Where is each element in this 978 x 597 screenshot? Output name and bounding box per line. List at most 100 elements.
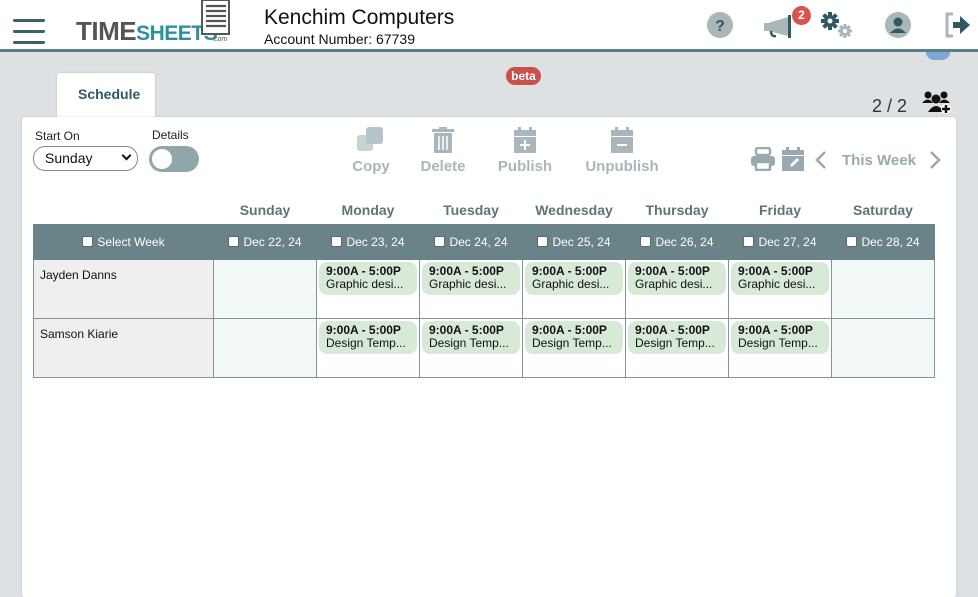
shift-cell[interactable]: 9:00A - 5:00P Design Temp... bbox=[522, 317, 626, 378]
tab-schedule-label: Schedule bbox=[78, 86, 141, 102]
company-name: Kenchim Computers bbox=[264, 6, 455, 29]
shift-time: 9:00A - 5:00P bbox=[326, 322, 401, 337]
tab-schedule[interactable]: Schedule bbox=[57, 73, 155, 123]
shift-time: 9:00A - 5:00P bbox=[532, 263, 607, 278]
shift-card[interactable]: 9:00A - 5:00P Graphic desi... bbox=[319, 261, 417, 295]
calendar-edit-icon[interactable] bbox=[782, 147, 804, 171]
this-week-button[interactable]: This Week bbox=[842, 152, 916, 169]
date-label: Dec 22, 24 bbox=[243, 234, 302, 249]
start-on-select[interactable]: Sunday bbox=[33, 146, 138, 171]
empty-shift-cell[interactable] bbox=[213, 317, 317, 378]
logo-suffix: .com bbox=[212, 36, 228, 43]
employee-name[interactable]: Jayden Danns bbox=[33, 258, 214, 319]
shift-cell[interactable]: 9:00A - 5:00P Design Temp... bbox=[419, 317, 523, 378]
calendar-plus-icon bbox=[514, 127, 536, 153]
shift-cell[interactable]: 9:00A - 5:00P Graphic desi... bbox=[625, 258, 729, 319]
employee-name[interactable]: Samson Kiarie bbox=[33, 317, 214, 378]
shift-task: Design Temp... bbox=[429, 335, 509, 350]
shift-cell[interactable]: 9:00A - 5:00P Graphic desi... bbox=[522, 258, 626, 319]
copy-label: Copy bbox=[352, 158, 390, 175]
select-week-checkbox[interactable] bbox=[82, 235, 94, 247]
shift-task: Design Temp... bbox=[326, 335, 406, 350]
day-header-tuesday: Tuesday bbox=[419, 197, 523, 224]
add-employees-icon[interactable] bbox=[922, 90, 952, 114]
top-bar: TIMESHEETS .com Kenchim Computers Accoun… bbox=[0, 0, 978, 52]
settings-icon[interactable] bbox=[820, 11, 854, 39]
shift-task: Design Temp... bbox=[738, 335, 818, 350]
shift-time: 9:00A - 5:00P bbox=[635, 322, 710, 337]
day-checkbox[interactable] bbox=[331, 235, 343, 247]
shift-card[interactable]: 9:00A - 5:00P Graphic desi... bbox=[628, 261, 726, 295]
day-header-wednesday: Wednesday bbox=[522, 197, 626, 224]
shift-cell[interactable]: 9:00A - 5:00P Graphic desi... bbox=[316, 258, 420, 319]
company-info: Kenchim Computers Account Number: 67739 bbox=[264, 6, 454, 48]
empty-shift-cell[interactable] bbox=[831, 258, 935, 319]
start-on-label: Start On bbox=[35, 129, 80, 143]
logo[interactable]: TIMESHEETS .com bbox=[76, 0, 236, 48]
shift-task: Graphic desi... bbox=[635, 276, 713, 291]
menu-icon[interactable] bbox=[13, 19, 45, 45]
chat-bubble[interactable] bbox=[926, 52, 950, 60]
details-toggle[interactable] bbox=[149, 146, 199, 172]
details-label: Details bbox=[152, 128, 189, 142]
unpublish-button[interactable]: Unpublish bbox=[584, 127, 660, 175]
empty-shift-cell[interactable] bbox=[831, 317, 935, 378]
date-cell: Dec 24, 24 bbox=[419, 223, 523, 260]
delete-button[interactable]: Delete bbox=[420, 127, 466, 175]
select-week-cell: Select Week bbox=[33, 223, 214, 260]
shift-card[interactable]: 9:00A - 5:00P Design Temp... bbox=[319, 320, 417, 354]
day-checkbox[interactable] bbox=[537, 235, 549, 247]
day-checkbox[interactable] bbox=[640, 235, 652, 247]
schedule-grid: Sunday Monday Tuesday Wednesday Thursday… bbox=[33, 197, 935, 378]
shift-card[interactable]: 9:00A - 5:00P Design Temp... bbox=[422, 320, 520, 354]
schedule-panel: Start On Sunday Details Copy Delete Publ… bbox=[22, 117, 956, 597]
dates-row: Select Week Dec 22, 24 Dec 23, 24 Dec 24… bbox=[33, 223, 935, 260]
shift-task: Design Temp... bbox=[635, 335, 715, 350]
date-label: Dec 27, 24 bbox=[758, 234, 817, 249]
beta-badge: beta bbox=[506, 67, 541, 85]
logout-icon[interactable] bbox=[944, 12, 972, 38]
shift-task: Design Temp... bbox=[532, 335, 612, 350]
shift-cell[interactable]: 9:00A - 5:00P Graphic desi... bbox=[419, 258, 523, 319]
shift-card[interactable]: 9:00A - 5:00P Graphic desi... bbox=[422, 261, 520, 295]
date-cell: Dec 22, 24 bbox=[213, 223, 317, 260]
shift-card[interactable]: 9:00A - 5:00P Design Temp... bbox=[628, 320, 726, 354]
day-checkbox[interactable] bbox=[228, 235, 240, 247]
day-checkbox[interactable] bbox=[434, 235, 446, 247]
copy-button[interactable]: Copy bbox=[351, 127, 391, 175]
help-icon[interactable]: ? bbox=[706, 11, 734, 39]
shift-card[interactable]: 9:00A - 5:00P Graphic desi... bbox=[731, 261, 829, 295]
logo-document-icon bbox=[201, 0, 230, 35]
shift-time: 9:00A - 5:00P bbox=[326, 263, 401, 278]
day-checkbox[interactable] bbox=[846, 235, 858, 247]
date-cell: Dec 25, 24 bbox=[522, 223, 626, 260]
print-icon[interactable] bbox=[751, 147, 775, 171]
shift-time: 9:00A - 5:00P bbox=[738, 263, 813, 278]
unpublish-label: Unpublish bbox=[585, 158, 659, 175]
shift-task: Graphic desi... bbox=[738, 276, 816, 291]
next-week-icon[interactable] bbox=[928, 150, 942, 170]
shift-card[interactable]: 9:00A - 5:00P Design Temp... bbox=[731, 320, 829, 354]
employee-count: 2 / 2 bbox=[872, 96, 908, 116]
previous-week-icon[interactable] bbox=[814, 150, 828, 170]
shift-task: Graphic desi... bbox=[429, 276, 507, 291]
shift-cell[interactable]: 9:00A - 5:00P Design Temp... bbox=[728, 317, 832, 378]
shift-time: 9:00A - 5:00P bbox=[532, 322, 607, 337]
date-cell: Dec 27, 24 bbox=[728, 223, 832, 260]
shift-cell[interactable]: 9:00A - 5:00P Design Temp... bbox=[625, 317, 729, 378]
shift-cell[interactable]: 9:00A - 5:00P Design Temp... bbox=[316, 317, 420, 378]
shift-card[interactable]: 9:00A - 5:00P Graphic desi... bbox=[525, 261, 623, 295]
empty-shift-cell[interactable] bbox=[213, 258, 317, 319]
shift-card[interactable]: 9:00A - 5:00P Design Temp... bbox=[525, 320, 623, 354]
date-label: Dec 25, 24 bbox=[552, 234, 611, 249]
publish-button[interactable]: Publish bbox=[497, 127, 553, 175]
user-profile-icon[interactable] bbox=[884, 11, 912, 39]
date-label: Dec 26, 24 bbox=[655, 234, 714, 249]
trash-icon bbox=[432, 127, 454, 153]
logo-part1: TIME bbox=[76, 16, 137, 46]
day-checkbox[interactable] bbox=[743, 235, 755, 247]
announcements-icon[interactable] bbox=[762, 14, 796, 38]
shift-time: 9:00A - 5:00P bbox=[429, 322, 504, 337]
shift-cell[interactable]: 9:00A - 5:00P Graphic desi... bbox=[728, 258, 832, 319]
notification-badge: 2 bbox=[792, 6, 811, 25]
